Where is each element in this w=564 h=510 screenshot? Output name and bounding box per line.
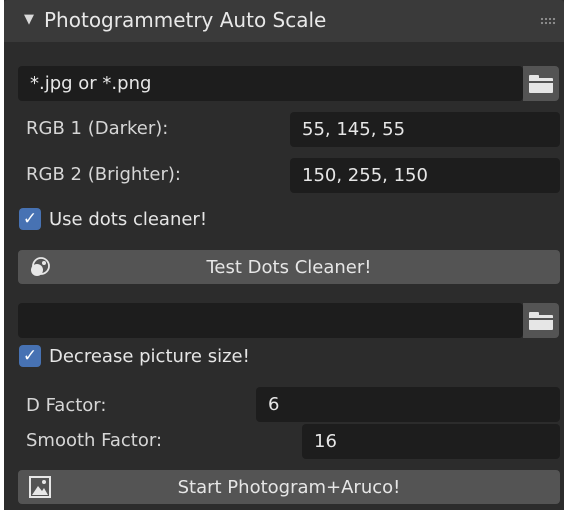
photogrammetry-panel: ▼ Photogrammetry Auto Scale *.jpg or *.p… [4,0,564,510]
smooth-factor-field[interactable]: 16 [302,424,560,459]
browse-image-button[interactable] [523,66,559,101]
rgb2-field[interactable]: 150, 255, 150 [290,158,560,193]
rgb1-field[interactable]: 55, 145, 55 [290,112,560,147]
rgb2-label: RGB 2 (Brighter): [26,164,181,185]
d-factor-value: 6 [268,394,280,415]
image-path-value: *.jpg or *.png [30,73,152,94]
output-path-field[interactable] [18,303,523,338]
rgb2-value: 150, 255, 150 [302,165,428,186]
image-path-field[interactable]: *.jpg or *.png [18,66,523,101]
smooth-factor-value: 16 [314,431,337,452]
smooth-factor-label: Smooth Factor: [26,430,163,451]
test-dots-cleaner-button[interactable]: Test Dots Cleaner! [18,250,560,284]
test-dots-cleaner-label: Test Dots Cleaner! [206,256,372,278]
mask-icon [31,257,50,276]
checkmark-icon[interactable]: ✓ [19,208,41,230]
d-factor-label: D Factor: [26,395,107,416]
panel-header[interactable]: ▼ Photogrammetry Auto Scale [4,0,564,42]
start-photogram-button[interactable]: Start Photogram+Aruco! [18,470,560,504]
dots-cleaner-label: Use dots cleaner! [49,208,208,230]
triangle-down-icon[interactable]: ▼ [24,12,34,27]
rgb1-value: 55, 145, 55 [302,119,406,140]
image-icon [29,476,51,498]
rgb1-label: RGB 1 (Darker): [26,118,169,139]
dots-cleaner-checkbox[interactable]: ✓ Use dots cleaner! [19,208,207,230]
browse-output-button[interactable] [523,303,559,338]
decrease-size-label: Decrease picture size! [49,345,250,367]
folder-icon [529,74,553,93]
grip-dots-icon[interactable] [540,17,556,26]
folder-icon [529,311,553,330]
d-factor-field[interactable]: 6 [256,387,560,422]
start-photogram-label: Start Photogram+Aruco! [177,476,401,498]
decrease-size-checkbox[interactable]: ✓ Decrease picture size! [19,345,250,367]
panel-title: Photogrammetry Auto Scale [44,8,327,32]
checkmark-icon[interactable]: ✓ [19,345,41,367]
